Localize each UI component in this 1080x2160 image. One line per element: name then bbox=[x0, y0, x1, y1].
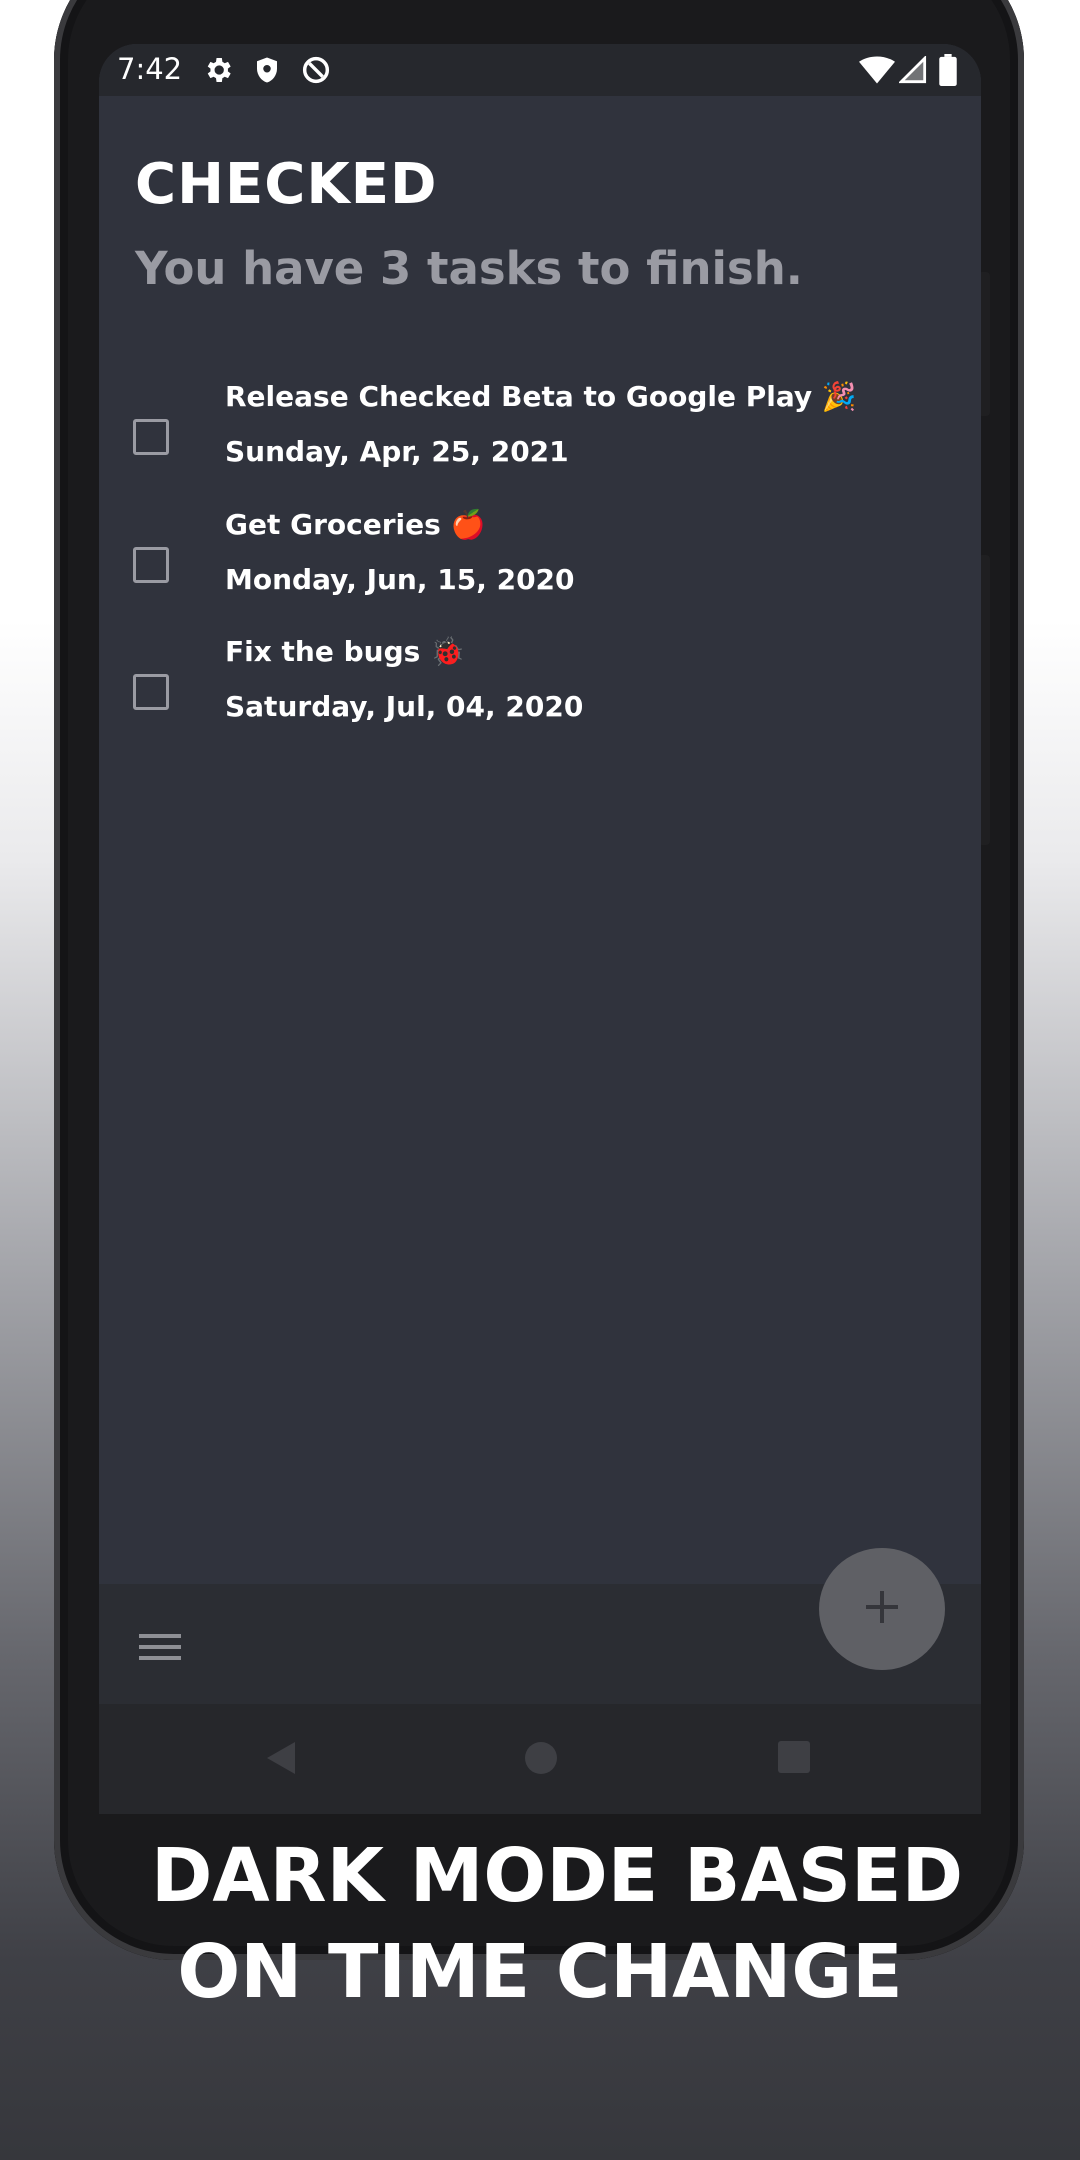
task-checkbox[interactable] bbox=[133, 674, 169, 710]
add-task-button[interactable] bbox=[819, 1548, 945, 1670]
task-title: Release Checked Beta to Google Play 🎉 bbox=[225, 380, 857, 413]
recents-icon[interactable] bbox=[777, 1740, 811, 1778]
task-title: Get Groceries 🍎 bbox=[225, 508, 486, 541]
task-date: Monday, Jun, 15, 2020 bbox=[225, 563, 575, 596]
task-title: Fix the bugs 🐞 bbox=[225, 635, 465, 668]
wifi-icon bbox=[859, 56, 895, 84]
app-title: CHECKED bbox=[135, 152, 438, 217]
app-screen: 7:42 CHECKED You have 3 tasks to finish.… bbox=[99, 44, 981, 1704]
task-date: Saturday, Jul, 04, 2020 bbox=[225, 690, 584, 723]
home-icon[interactable] bbox=[523, 1740, 559, 1780]
tasks-remaining-summary: You have 3 tasks to finish. bbox=[135, 242, 803, 295]
promo-caption: DARK MODE BASED ON TIME CHANGE bbox=[0, 1828, 1080, 2020]
system-navigation-bar bbox=[99, 1704, 981, 1814]
promo-line-1: DARK MODE BASED bbox=[150, 1833, 963, 1919]
status-bar: 7:42 bbox=[99, 44, 981, 96]
hamburger-menu-icon[interactable] bbox=[139, 1632, 181, 1666]
signal-icon bbox=[899, 56, 927, 84]
promo-line-2: ON TIME CHANGE bbox=[177, 1929, 903, 2015]
shield-icon bbox=[252, 54, 282, 86]
task-checkbox[interactable] bbox=[133, 547, 169, 583]
task-date: Sunday, Apr, 25, 2021 bbox=[225, 435, 569, 468]
battery-icon bbox=[939, 54, 957, 86]
back-icon[interactable] bbox=[263, 1740, 299, 1780]
plus-icon bbox=[862, 1587, 902, 1631]
task-item[interactable]: Get Groceries 🍎 Monday, Jun, 15, 2020 bbox=[99, 508, 981, 628]
task-item[interactable]: Fix the bugs 🐞 Saturday, Jul, 04, 2020 bbox=[99, 635, 981, 755]
settings-icon bbox=[202, 54, 234, 86]
task-checkbox[interactable] bbox=[133, 419, 169, 455]
data-saver-icon bbox=[300, 54, 332, 86]
task-item[interactable]: Release Checked Beta to Google Play 🎉 Su… bbox=[99, 380, 981, 500]
status-time: 7:42 bbox=[117, 52, 183, 86]
